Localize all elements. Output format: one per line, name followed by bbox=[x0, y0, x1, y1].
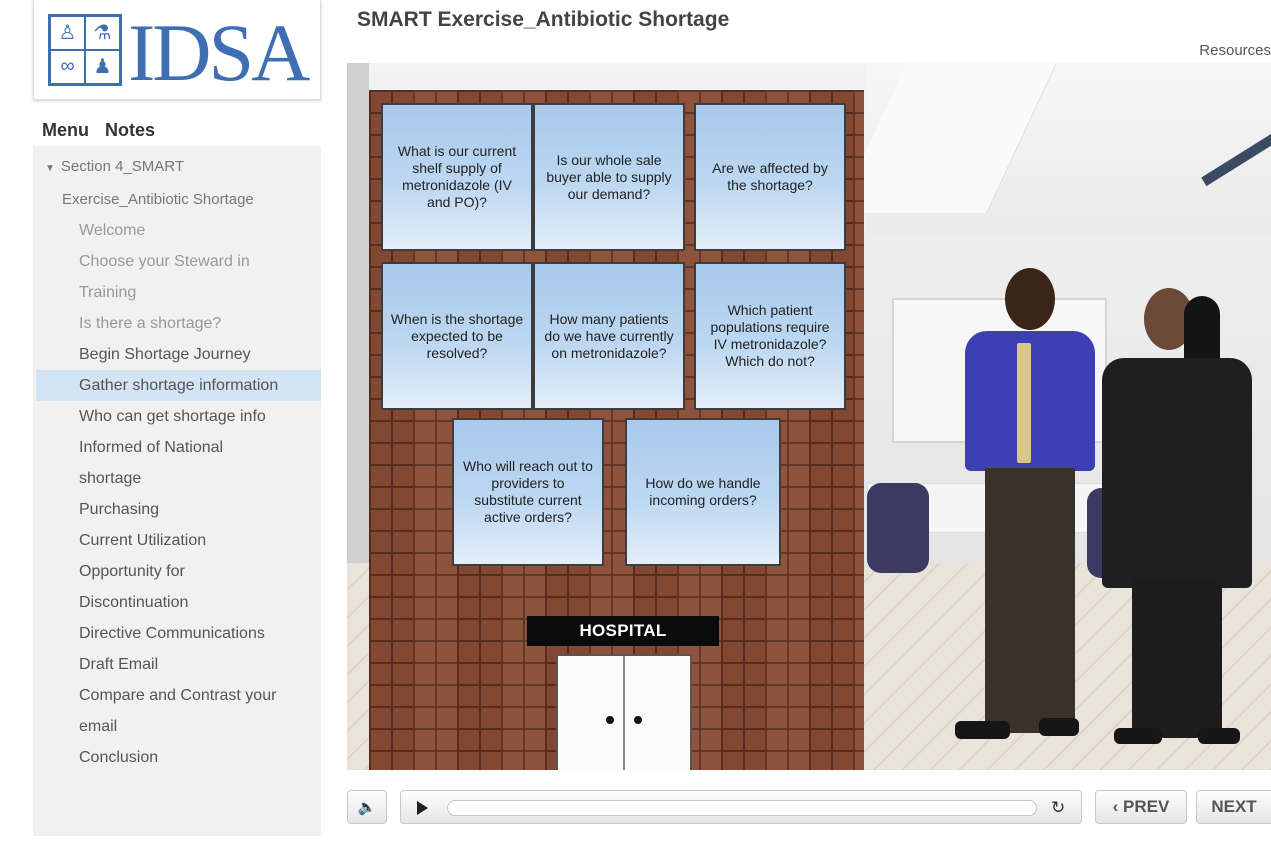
sidebar-tabs: Menu Notes bbox=[42, 120, 155, 141]
question-sign: When is the shortage expected to be reso… bbox=[381, 262, 533, 410]
menu-item-informed-national-cont[interactable]: shortage bbox=[33, 463, 321, 494]
microscope-icon: ⚗ bbox=[85, 15, 120, 50]
stethoscope-icon: ∞ bbox=[50, 49, 85, 84]
caret-down-icon: ▼ bbox=[45, 163, 55, 174]
menu-item-choose-steward[interactable]: Choose your Steward in bbox=[33, 246, 321, 277]
idsa-logo: ♙ ⚗ ∞ ♟ IDSA bbox=[33, 0, 321, 100]
logo-emblem: ♙ ⚗ ∞ ♟ bbox=[48, 13, 122, 86]
hospital-label: HOSPITAL bbox=[527, 616, 719, 646]
menu-item-compare-contrast[interactable]: Compare and Contrast your bbox=[33, 680, 321, 711]
tab-notes[interactable]: Notes bbox=[105, 120, 155, 141]
question-sign: How do we handle incoming orders? bbox=[625, 418, 781, 566]
menu-item-compare-contrast-cont[interactable]: email bbox=[33, 711, 321, 742]
hospital-door bbox=[556, 654, 692, 770]
question-sign: Who will reach out to providers to subst… bbox=[452, 418, 604, 566]
menu-item-opportunity[interactable]: Opportunity for bbox=[33, 556, 321, 587]
door-knob bbox=[634, 716, 642, 725]
menu-section-header[interactable]: ▼ Section 4_SMART bbox=[33, 151, 321, 184]
tab-menu[interactable]: Menu bbox=[42, 120, 89, 141]
menu-item-opportunity-cont[interactable]: Discontinuation bbox=[33, 587, 321, 618]
question-sign: What is our current shelf supply of metr… bbox=[381, 103, 533, 251]
room-left-wall bbox=[347, 63, 369, 623]
speaker-icon: 🔈 bbox=[357, 799, 377, 816]
playback-bar: ↻ bbox=[400, 790, 1082, 824]
character-woman bbox=[1102, 288, 1271, 768]
menu-item-welcome[interactable]: Welcome bbox=[33, 215, 321, 246]
menu-item-informed-national[interactable]: Informed of National bbox=[33, 432, 321, 463]
menu-item-draft-email[interactable]: Draft Email bbox=[33, 649, 321, 680]
door-knob bbox=[606, 716, 614, 725]
resources-link[interactable]: Resources bbox=[1199, 42, 1271, 59]
menu-section-header-cont[interactable]: Exercise_Antibiotic Shortage bbox=[33, 184, 321, 215]
seek-bar[interactable] bbox=[447, 800, 1037, 816]
menu-item-directive-comms[interactable]: Directive Communications bbox=[33, 618, 321, 649]
hospital-building: What is our current shelf supply of metr… bbox=[369, 90, 864, 770]
question-sign: How many patients do we have currently o… bbox=[533, 262, 685, 410]
menu-item-begin-journey[interactable]: Begin Shortage Journey bbox=[33, 339, 321, 370]
sidebar-menu: ▼ Section 4_SMART Exercise_Antibiotic Sho… bbox=[33, 146, 321, 836]
replay-icon[interactable]: ↻ bbox=[1051, 798, 1065, 818]
character-man bbox=[947, 263, 1107, 763]
menu-item-is-there-shortage[interactable]: Is there a shortage? bbox=[33, 308, 321, 339]
menu-item-gather-info[interactable]: Gather shortage information bbox=[36, 370, 321, 401]
slide-canvas: What is our current shelf supply of metr… bbox=[347, 63, 1271, 770]
question-sign: Are we affected by the shortage? bbox=[694, 103, 846, 251]
question-sign: Which patient populations require IV met… bbox=[694, 262, 846, 410]
play-icon[interactable] bbox=[417, 801, 428, 815]
menu-item-current-utilization[interactable]: Current Utilization bbox=[33, 525, 321, 556]
prev-button[interactable]: ‹ PREV bbox=[1095, 790, 1187, 824]
next-button[interactable]: NEXT bbox=[1196, 790, 1271, 824]
menu-item-who-can-get-info[interactable]: Who can get shortage info bbox=[33, 401, 321, 432]
menu-list: ▼ Section 4_SMART Exercise_Antibiotic Sho… bbox=[33, 146, 321, 773]
slide-title: SMART Exercise_Antibiotic Shortage bbox=[357, 8, 730, 31]
family-icon: ♟ bbox=[85, 49, 120, 84]
menu-item-choose-steward-cont[interactable]: Training bbox=[33, 277, 321, 308]
mute-button[interactable]: 🔈 bbox=[347, 790, 387, 824]
chair bbox=[867, 483, 929, 573]
menu-item-conclusion[interactable]: Conclusion bbox=[33, 742, 321, 773]
person-icon: ♙ bbox=[50, 15, 85, 50]
menu-item-purchasing[interactable]: Purchasing bbox=[33, 494, 321, 525]
logo-text: IDSA bbox=[128, 6, 310, 98]
question-sign: Is our whole sale buyer able to supply o… bbox=[533, 103, 685, 251]
